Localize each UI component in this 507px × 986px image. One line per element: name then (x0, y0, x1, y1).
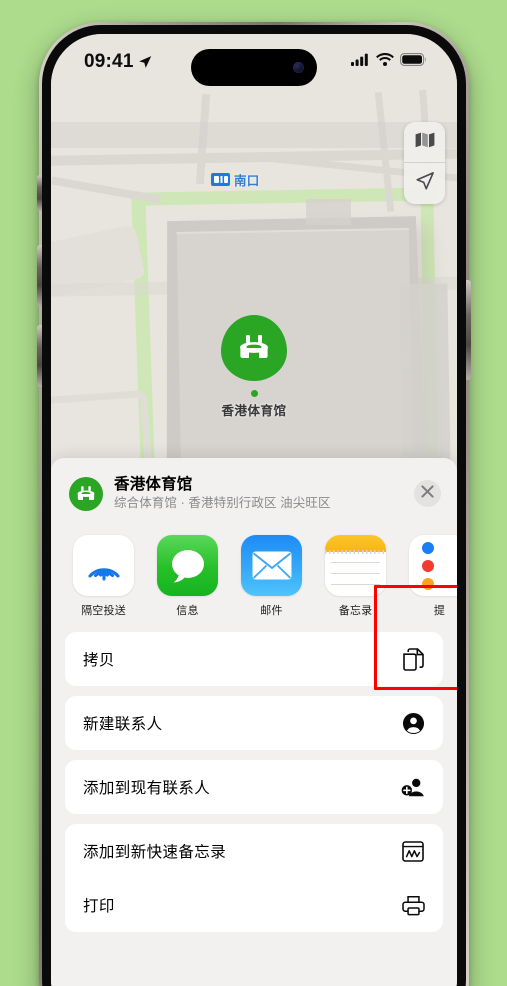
place-title: 香港体育馆 (114, 476, 193, 493)
map-pin-label: 香港体育馆 (221, 404, 287, 418)
action-row-add-to-contact[interactable]: 添加到现有联系人 (65, 760, 443, 814)
navigation-arrow-icon (414, 171, 435, 197)
share-app-label: 隔空投送 (81, 605, 126, 617)
close-button[interactable] (414, 480, 441, 507)
map-pin-group[interactable]: 香港体育馆 (51, 315, 457, 419)
notes-perforations (325, 550, 386, 554)
dynamic-island[interactable] (191, 49, 317, 86)
action-group: 添加到新快速备忘录 打印 (65, 824, 443, 932)
power-button[interactable] (466, 280, 471, 380)
phone-frame: 南口 香港体育馆 09:41 香港体育馆 综合体育馆 · 香港特别行政区 油尖旺… (37, 22, 471, 986)
map-layers-button[interactable] (404, 122, 445, 163)
notes-line (331, 562, 380, 563)
notes-line (331, 583, 380, 585)
map-controls (404, 122, 445, 204)
notes-icon (325, 535, 386, 596)
station-name-label: 南口 (234, 174, 260, 188)
share-sheet-header: 香港体育馆 综合体育馆 · 香港特别行政区 油尖旺区 (51, 458, 457, 525)
phone-body: 南口 香港体育馆 09:41 香港体育馆 综合体育馆 · 香港特别行政区 油尖旺… (37, 25, 471, 986)
share-action-list: 拷贝 新建联系人 添加到现有联系人 添加到新快速备忘录 打印 (51, 632, 457, 932)
location-arrow-icon (138, 55, 152, 69)
share-sheet: 香港体育馆 综合体育馆 · 香港特别行政区 油尖旺区 隔空投送 信息 邮件 备忘… (51, 458, 457, 986)
action-row-new-contact[interactable]: 新建联系人 (65, 696, 443, 750)
action-label: 新建联系人 (83, 716, 163, 733)
action-label: 打印 (83, 898, 115, 915)
share-app-label: 邮件 (260, 605, 283, 617)
map-building (306, 199, 351, 225)
notes-line (331, 572, 380, 574)
status-time: 09:41 (84, 51, 134, 72)
action-group: 添加到现有联系人 (65, 760, 443, 814)
reminders-icon (409, 535, 457, 596)
share-app-reminders[interactable]: 提 (407, 535, 457, 618)
share-app-airdrop[interactable]: 隔空投送 (71, 535, 136, 618)
action-row-copy[interactable]: 拷贝 (65, 632, 443, 686)
front-camera-icon (293, 62, 304, 73)
place-avatar (69, 476, 103, 511)
map-station-label[interactable]: 南口 (211, 170, 260, 189)
place-info: 香港体育馆 综合体育馆 · 香港特别行政区 油尖旺区 (114, 475, 403, 512)
action-group: 拷贝 (65, 632, 443, 686)
place-subtitle: 综合体育馆 · 香港特别行政区 油尖旺区 (114, 496, 331, 511)
printer-icon (401, 895, 425, 916)
reminder-dot-orange (422, 577, 434, 590)
share-app-messages[interactable]: 信息 (155, 535, 220, 618)
wifi-icon (376, 53, 394, 71)
action-group: 新建联系人 (65, 696, 443, 750)
new-contact-icon (401, 712, 425, 735)
share-app-row[interactable]: 隔空投送 信息 邮件 备忘录 提 (51, 525, 457, 632)
airdrop-icon (73, 535, 134, 596)
volume-down-button[interactable] (37, 325, 42, 387)
quick-note-icon (401, 840, 425, 862)
battery-full-icon (400, 53, 427, 71)
share-app-label: 备忘录 (338, 605, 373, 617)
action-row-print[interactable]: 打印 (65, 878, 443, 932)
messages-icon (157, 535, 218, 596)
share-app-mail[interactable]: 邮件 (239, 535, 304, 618)
reminder-dot-red (422, 559, 434, 572)
mail-icon (241, 535, 302, 596)
folded-map-icon (415, 132, 435, 153)
share-app-notes[interactable]: 备忘录 (323, 535, 388, 618)
current-location-button[interactable] (404, 163, 445, 204)
map-pin-anchor-dot (250, 390, 258, 397)
action-label: 添加到现有联系人 (83, 780, 211, 797)
cellular-bars-icon (351, 53, 370, 71)
action-button[interactable] (37, 175, 42, 211)
volume-up-button[interactable] (37, 245, 42, 307)
subway-entrance-icon (211, 173, 230, 186)
action-label: 拷贝 (83, 652, 115, 669)
stadium-icon (221, 315, 287, 381)
map-road (51, 176, 161, 204)
notes-header-strip (325, 535, 386, 554)
map-road (51, 122, 457, 148)
share-app-label: 信息 (176, 605, 199, 617)
action-row-quick-note[interactable]: 添加到新快速备忘录 (65, 824, 443, 878)
close-icon (421, 484, 434, 503)
action-label: 添加到新快速备忘录 (83, 844, 227, 861)
copy-icon (401, 647, 425, 671)
status-indicators (351, 53, 427, 71)
share-app-label: 提 (433, 605, 446, 617)
map-pin[interactable] (221, 315, 287, 381)
add-to-contact-icon (401, 776, 425, 798)
reminder-dot-blue (422, 541, 434, 554)
phone-screen: 南口 香港体育馆 09:41 香港体育馆 综合体育馆 · 香港特别行政区 油尖旺… (51, 34, 457, 986)
